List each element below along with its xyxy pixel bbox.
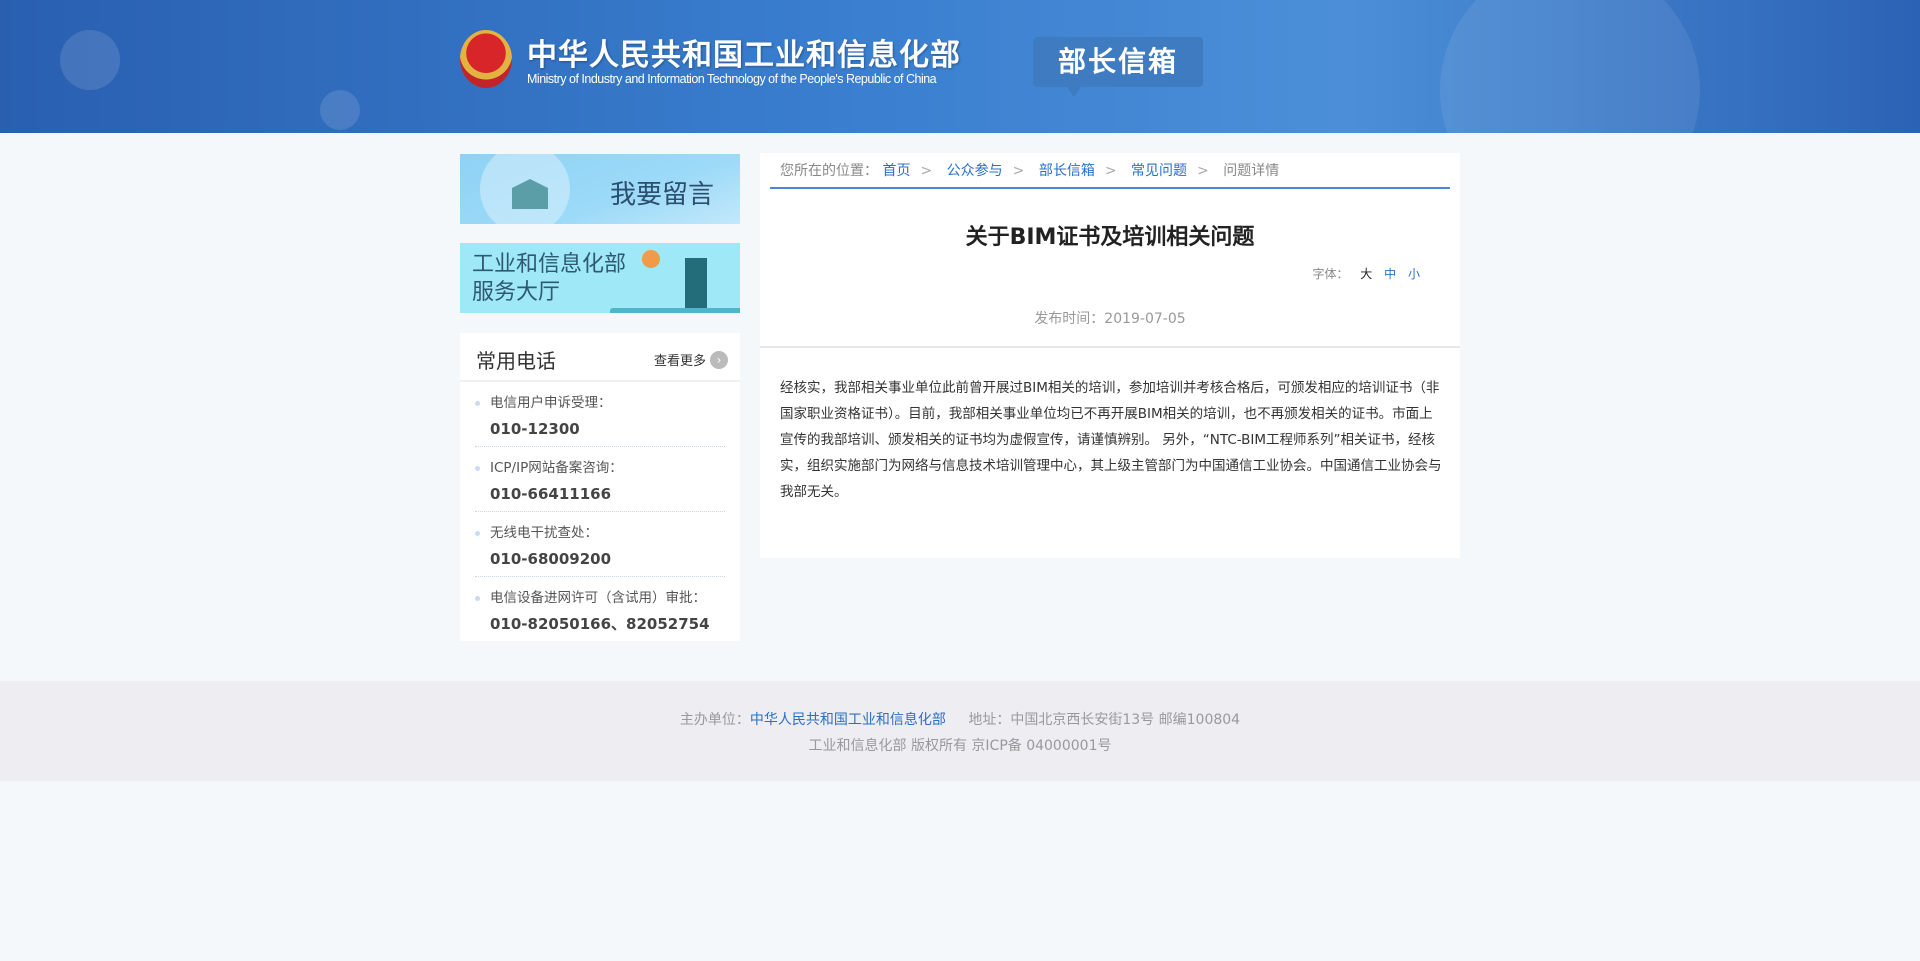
section-tag: 部长信箱 bbox=[1033, 37, 1203, 97]
host-link[interactable]: 中华人民共和国工业和信息化部 bbox=[750, 712, 946, 728]
logo-title[interactable]: 中华人民共和国工业和信息化部 bbox=[527, 30, 961, 74]
logo-subtitle: Ministry of Industry and Information Tec… bbox=[527, 72, 937, 86]
breadcrumb: 您所在的位置： 首页 > 公众参与 > 部长信箱 > 常见问题 > 问题详情 bbox=[770, 153, 1450, 189]
phone-item: 电信设备进网许可（含试用）审批： 010-82050166、82052754 bbox=[475, 577, 725, 642]
breadcrumb-separator: > bbox=[1104, 163, 1117, 179]
phone-item: ICP/IP网站备案咨询： 010-66411166 bbox=[475, 447, 725, 512]
view-more-label: 查看更多 bbox=[653, 354, 706, 369]
publish-date: 发布时间：2019-07-05 bbox=[1034, 311, 1186, 327]
banner-label: 我要留言 bbox=[610, 180, 715, 210]
banner-line1: 工业和信息化部 bbox=[472, 252, 627, 277]
panel-title: 常用电话 bbox=[476, 349, 556, 373]
ground-decor bbox=[610, 308, 740, 313]
breadcrumb-mailbox[interactable]: 部长信箱 bbox=[1039, 163, 1095, 179]
font-size-small[interactable]: 小 bbox=[1408, 267, 1420, 281]
banner-line2: 服务大厅 bbox=[472, 280, 561, 305]
breadcrumb-home[interactable]: 首页 bbox=[882, 163, 910, 179]
article-body: 经核实，我部相关事业单位此前曾开展过BIM相关的培训，参加培训并考核合格后，可颁… bbox=[780, 380, 1442, 500]
breadcrumb-prefix: 您所在的位置： bbox=[780, 163, 878, 179]
decor-circle bbox=[320, 90, 360, 130]
phone-label: 电信用户申诉受理： bbox=[490, 395, 612, 411]
copyright: 工业和信息化部 版权所有 京ICP备 04000001号 bbox=[808, 738, 1112, 754]
divider bbox=[760, 346, 1460, 348]
decor-circle bbox=[1440, 0, 1700, 133]
phone-label: ICP/IP网站备案咨询： bbox=[490, 460, 623, 476]
breadcrumb-separator: > bbox=[1012, 163, 1025, 179]
article-card: 您所在的位置： 首页 > 公众参与 > 部长信箱 > 常见问题 > 问题详情 关于BIM… bbox=[760, 153, 1460, 558]
font-size-label: 字体： bbox=[1312, 267, 1349, 281]
phone-number: 010-82050166、82052754 bbox=[490, 615, 710, 633]
service-hall-banner[interactable]: 工业和信息化部 服务大厅 bbox=[460, 243, 740, 313]
phone-number: 010-12300 bbox=[490, 420, 580, 438]
host-label: 主办单位： bbox=[679, 712, 750, 728]
phone-label: 无线电干扰查处： bbox=[490, 525, 598, 541]
site-header: 中华人民共和国工业和信息化部 Ministry of Industry and … bbox=[0, 0, 1920, 133]
common-phones-panel: 常用电话 查看更多 › 电信用户申诉受理： 010-12300 ICP/IP网站备案… bbox=[460, 333, 740, 641]
national-emblem-icon bbox=[460, 30, 512, 88]
breadcrumb-current: 问题详情 bbox=[1223, 163, 1280, 179]
breadcrumb-separator: > bbox=[1197, 163, 1209, 179]
banner-label: 工业和信息化部 服务大厅 bbox=[472, 251, 626, 307]
phone-item: 无线电干扰查处： 010-68009200 bbox=[475, 512, 725, 577]
font-size-medium[interactable]: 中 bbox=[1384, 267, 1396, 281]
sun-icon bbox=[642, 250, 660, 268]
font-size-large[interactable]: 大 bbox=[1360, 267, 1372, 281]
panel-header: 常用电话 查看更多 › bbox=[460, 333, 740, 382]
breadcrumb-separator: > bbox=[920, 163, 933, 179]
phone-number: 010-66411166 bbox=[490, 485, 612, 503]
footer-line1: 主办单位：中华人民共和国工业和信息化部 地址：中国北京西长安街13号 邮编100… bbox=[0, 709, 1920, 729]
phone-number: 010-68009200 bbox=[490, 550, 612, 568]
chevron-right-icon: › bbox=[710, 350, 728, 369]
address: 地址：中国北京西长安街13号 邮编100804 bbox=[968, 712, 1241, 728]
view-more-link[interactable]: 查看更多 › bbox=[654, 350, 728, 369]
article-title: 关于BIM证书及培训相关问题 bbox=[965, 225, 1255, 250]
decor-circle bbox=[60, 30, 120, 90]
leave-message-banner[interactable]: 我要留言 bbox=[460, 154, 740, 224]
site-footer: 主办单位：中华人民共和国工业和信息化部 地址：中国北京西长安街13号 邮编100… bbox=[0, 681, 1920, 781]
font-size-switcher: 字体： 大 中 小 bbox=[1312, 265, 1420, 282]
building-icon bbox=[685, 258, 707, 313]
phone-label: 电信设备进网许可（含试用）审批： bbox=[490, 590, 706, 606]
breadcrumb-public[interactable]: 公众参与 bbox=[947, 163, 1003, 179]
breadcrumb-faq[interactable]: 常见问题 bbox=[1131, 163, 1187, 179]
phone-item: 电信用户申诉受理： 010-12300 bbox=[475, 382, 725, 447]
